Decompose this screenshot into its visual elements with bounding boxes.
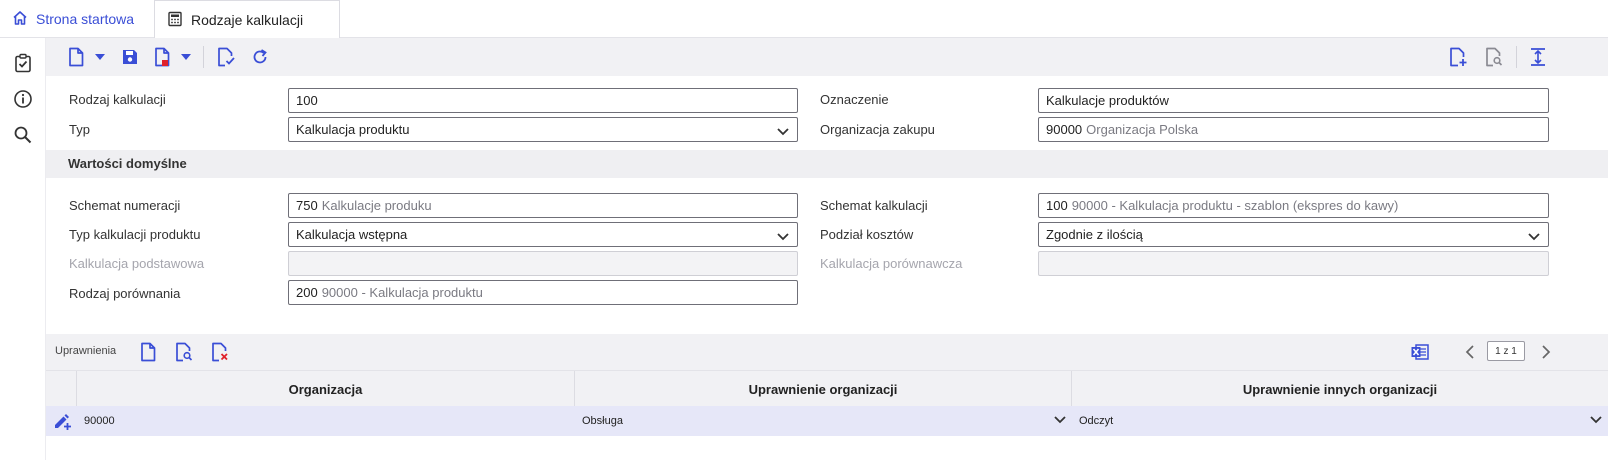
uprawnienia-toolbar: Uprawnienia 1 z 1 — [46, 334, 1608, 370]
rodzaj-kalkulacji-value: 100 — [296, 93, 318, 108]
schemat-kalkulacji-field[interactable]: 100 90000 - Kalkulacja produktu - szablo… — [1038, 193, 1549, 218]
chevron-down-icon — [1054, 415, 1066, 427]
tab-active-label: Rodzaje kalkulacji — [191, 12, 304, 28]
new-document-icon[interactable] — [66, 45, 86, 69]
kalkulacja-podstawowa-field — [288, 251, 798, 276]
rodzaj-porownania-code: 200 — [296, 285, 318, 300]
organizacja-zakupu-desc: Organizacja Polska — [1086, 122, 1199, 137]
tab-rodzaje-kalkulacji[interactable]: Rodzaje kalkulacji — [154, 0, 340, 39]
search-icon[interactable] — [12, 124, 34, 146]
schemat-kalkulacji-code: 100 — [1046, 198, 1068, 213]
info-icon[interactable] — [12, 88, 34, 110]
main-toolbar — [46, 38, 1608, 76]
schemat-numeracji-desc: Kalkulacje produku — [321, 198, 432, 213]
checklist-icon[interactable] — [12, 52, 34, 74]
tab-home[interactable]: Strona startowa — [0, 0, 154, 38]
organizacja-zakupu-label: Organizacja zakupu — [820, 122, 935, 137]
schemat-numeracji-field[interactable]: 750 Kalkulacje produku — [288, 193, 798, 218]
schemat-kalkulacji-label: Schemat kalkulacji — [820, 198, 928, 213]
oznaczenie-label: Oznaczenie — [820, 92, 889, 107]
tab-bar: Strona startowa Rodzaje kalkulacji — [0, 0, 1608, 39]
grid-new-icon[interactable] — [136, 340, 160, 364]
rodzaj-kalkulacji-label: Rodzaj kalkulacji — [69, 92, 166, 107]
left-rail — [0, 38, 46, 460]
home-icon — [12, 10, 28, 29]
schemat-numeracji-label: Schemat numeracji — [69, 198, 181, 213]
toolbar-separator — [203, 46, 204, 68]
cell-uprawnienie-organizacji[interactable]: Obsługa — [574, 406, 1071, 436]
uprawnienia-title: Uprawnienia — [55, 345, 117, 357]
podzial-kosztow-select[interactable]: Zgodnie z ilością — [1038, 222, 1549, 247]
chevron-down-icon — [1528, 229, 1540, 244]
form-panel: Rodzaj kalkulacji 100 Oznaczenie Kalkula… — [46, 76, 1608, 334]
pager-next-icon[interactable] — [1534, 340, 1558, 364]
chevron-down-icon — [1590, 415, 1602, 427]
table-row[interactable]: 90000 Obsługa Odczyt — [46, 406, 1608, 436]
rodzaj-porownania-desc: 90000 - Kalkulacja produktu — [321, 285, 483, 300]
new-dropdown-caret-icon[interactable] — [94, 45, 106, 69]
organizacja-zakupu-field[interactable]: 90000 Organizacja Polska — [1038, 117, 1549, 142]
rodzaj-porownania-label: Rodzaj porównania — [69, 286, 181, 301]
pager-indicator[interactable]: 1 z 1 — [1487, 341, 1525, 361]
column-header-organizacja[interactable]: Organizacja — [76, 371, 574, 407]
section-wartosci-domyslne: Wartości domyślne — [46, 150, 1608, 178]
podzial-kosztow-value: Zgodnie z ilością — [1046, 227, 1143, 242]
calculator-icon — [167, 11, 183, 30]
schemat-kalkulacji-desc: 90000 - Kalkulacja produktu - szablon (e… — [1071, 198, 1399, 213]
grid-delete-icon[interactable] — [208, 340, 232, 364]
tab-home-label: Strona startowa — [36, 11, 135, 27]
kalkulacja-porownawcza-field — [1038, 251, 1549, 276]
oznaczenie-value: Kalkulacje produktów — [1046, 93, 1169, 108]
grid-header: Organizacja Uprawnienie organizacji Upra… — [46, 370, 1608, 407]
cell-uprawnienie-innych-organizacji[interactable]: Odczyt — [1071, 406, 1608, 436]
column-header-uprawnienie-innych-organizacji[interactable]: Uprawnienie innych organizacji — [1071, 371, 1608, 407]
typ-label: Typ — [69, 122, 90, 137]
chevron-down-icon — [777, 124, 789, 139]
chevron-down-icon — [777, 229, 789, 244]
excel-export-icon[interactable] — [1408, 340, 1432, 364]
cell-organizacja[interactable]: 90000 — [76, 406, 574, 436]
delete-dropdown-caret-icon[interactable] — [180, 45, 192, 69]
typ-kalkulacji-produktu-select[interactable]: Kalkulacja wstępna — [288, 222, 798, 247]
typ-kalkulacji-produktu-value: Kalkulacja wstępna — [296, 227, 408, 242]
schemat-numeracji-code: 750 — [296, 198, 318, 213]
typ-value: Kalkulacja produktu — [296, 122, 410, 137]
kalkulacja-podstawowa-label: Kalkulacja podstawowa — [69, 256, 205, 271]
edit-row-icon[interactable] — [52, 411, 72, 434]
add-document-icon[interactable] — [1448, 45, 1468, 69]
toolbar-separator-right — [1516, 46, 1517, 68]
delete-document-icon[interactable] — [152, 45, 172, 69]
typ-kalkulacji-produktu-label: Typ kalkulacji produktu — [69, 227, 201, 242]
save-icon[interactable] — [120, 45, 140, 69]
podzial-kosztow-label: Podział kosztów — [820, 227, 914, 242]
rodzaj-porownania-field[interactable]: 200 90000 - Kalkulacja produktu — [288, 280, 798, 305]
expand-height-icon[interactable] — [1528, 45, 1548, 69]
grid-preview-icon[interactable] — [172, 340, 196, 364]
rodzaj-kalkulacji-field[interactable]: 100 — [288, 88, 798, 113]
refresh-icon[interactable] — [250, 45, 270, 69]
typ-select[interactable]: Kalkulacja produktu — [288, 117, 798, 142]
preview-document-icon — [1484, 45, 1504, 69]
cell-uprawnienie-value: Obsługa — [582, 415, 623, 427]
validate-document-icon[interactable] — [216, 45, 236, 69]
oznaczenie-field[interactable]: Kalkulacje produktów — [1038, 88, 1549, 113]
column-header-uprawnienie-organizacji[interactable]: Uprawnienie organizacji — [574, 371, 1071, 407]
pager-prev-icon[interactable] — [1458, 340, 1482, 364]
kalkulacja-porownawcza-label: Kalkulacja porównawcza — [820, 256, 963, 271]
organizacja-zakupu-code: 90000 — [1046, 122, 1083, 137]
cell-uprawnienie-innych-value: Odczyt — [1079, 415, 1114, 427]
